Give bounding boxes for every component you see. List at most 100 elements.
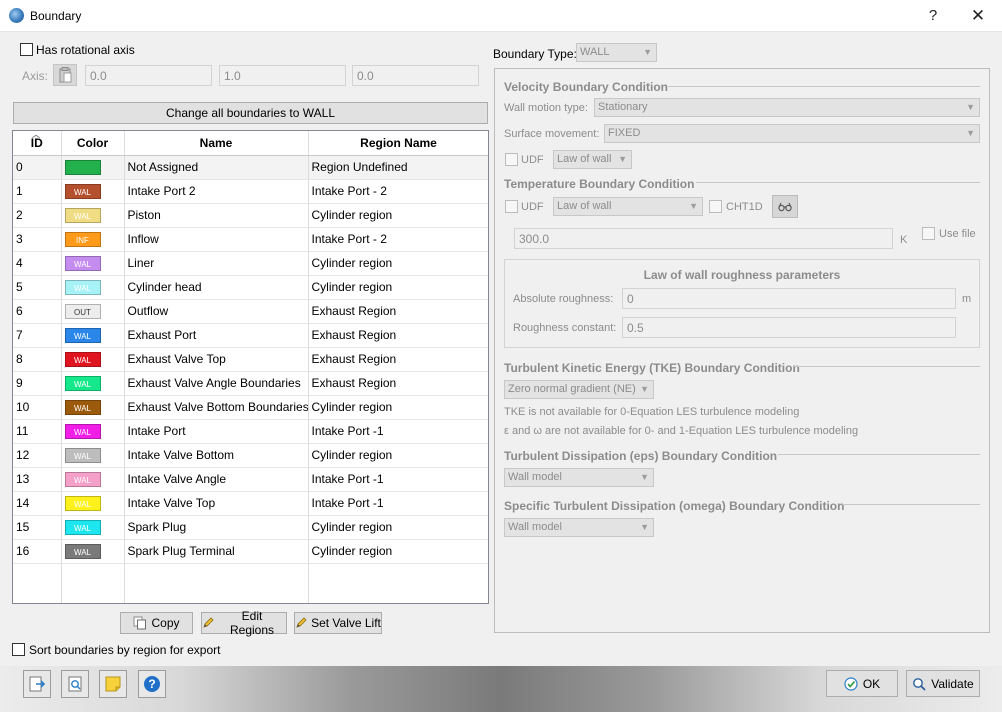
ok-button[interactable]: OK — [826, 670, 898, 697]
temperature-law-select[interactable]: Law of wall ▼ — [553, 197, 703, 216]
color-swatch[interactable]: WAL — [64, 423, 101, 439]
velocity-udf-checkbox[interactable] — [505, 153, 518, 166]
help-footer-button[interactable]: ? — [138, 670, 166, 698]
cell-region: Cylinder region — [308, 275, 488, 300]
eps-select[interactable]: Wall model ▼ — [504, 468, 654, 487]
cell-color[interactable]: OUT — [61, 299, 125, 324]
table-row[interactable]: 16 WAL Spark Plug Terminal Cylinder region — [13, 539, 488, 564]
table-row[interactable]: 8 WAL Exhaust Valve Top Exhaust Region — [13, 347, 488, 372]
edit-regions-button[interactable]: Edit Regions — [201, 609, 287, 637]
cell-id: 11 — [13, 419, 62, 444]
cell-id: 0 — [13, 155, 62, 180]
cell-color[interactable]: WAL — [61, 323, 125, 348]
color-swatch[interactable] — [64, 159, 101, 175]
table-row[interactable]: 15 WAL Spark Plug Cylinder region — [13, 515, 488, 540]
color-swatch[interactable]: WAL — [64, 471, 101, 487]
close-button[interactable]: ✕ — [955, 0, 1001, 32]
color-swatch[interactable]: WAL — [64, 183, 101, 199]
column-header-color[interactable]: Color — [61, 131, 125, 156]
table-row[interactable]: 5 WAL Cylinder head Cylinder region — [13, 275, 488, 300]
cell-color[interactable]: WAL — [61, 443, 125, 468]
color-swatch[interactable]: WAL — [64, 399, 101, 415]
absolute-roughness-field[interactable]: 0 — [622, 288, 956, 309]
table-row[interactable]: 10 WAL Exhaust Valve Bottom Boundaries Cyli… — [13, 395, 488, 420]
cht1d-checkbox[interactable] — [709, 200, 722, 213]
table-row[interactable]: 12 WAL Intake Valve Bottom Cylinder region — [13, 443, 488, 468]
color-swatch[interactable]: WAL — [64, 519, 101, 535]
boundary-type-select[interactable]: WALL ▼ — [576, 43, 657, 62]
velocity-section-title: Velocity Boundary Condition — [504, 80, 669, 94]
cell-color[interactable]: WAL — [61, 539, 125, 564]
cell-color[interactable]: WAL — [61, 515, 125, 540]
color-swatch[interactable]: OUT — [64, 303, 101, 319]
cell-color[interactable]: WAL — [61, 251, 125, 276]
cell-region: Exhaust Region — [308, 299, 488, 324]
help-button[interactable]: ? — [910, 0, 956, 32]
table-row[interactable]: 1 WAL Intake Port 2 Intake Port - 2 — [13, 179, 488, 204]
color-swatch[interactable]: WAL — [64, 447, 101, 463]
change-all-boundaries-button[interactable]: Change all boundaries to WALL — [13, 102, 488, 124]
absolute-roughness-unit: m — [962, 293, 972, 305]
rotational-axis-checkbox[interactable] — [20, 43, 33, 56]
table-row[interactable]: 13 WAL Intake Valve Angle Intake Port -1 — [13, 467, 488, 492]
sort-up-icon: ︿ — [32, 130, 40, 139]
roughness-constant-field[interactable]: 0.5 — [622, 317, 956, 338]
cell-color[interactable]: INF — [61, 227, 125, 252]
cell-color[interactable]: WAL — [61, 419, 125, 444]
preview-button[interactable] — [61, 670, 89, 698]
table-row[interactable]: 4 WAL Liner Cylinder region — [13, 251, 488, 276]
cell-color[interactable]: WAL — [61, 179, 125, 204]
color-swatch[interactable]: WAL — [64, 351, 101, 367]
paste-icon — [59, 67, 72, 83]
temperature-value-field[interactable]: 300.0 — [514, 228, 893, 249]
set-valve-lift-button[interactable]: Set Valve Lift — [294, 612, 382, 634]
cell-color[interactable]: WAL — [61, 467, 125, 492]
color-swatch[interactable]: WAL — [64, 543, 101, 559]
axis-y-field[interactable]: 1.0 — [219, 65, 346, 86]
axis-x-field[interactable]: 0.0 — [85, 65, 212, 86]
sort-by-region-checkbox[interactable] — [12, 643, 25, 656]
temperature-udf-checkbox[interactable] — [505, 200, 518, 213]
use-file-checkbox[interactable] — [922, 227, 935, 240]
validate-button[interactable]: Validate — [906, 670, 980, 697]
table-row[interactable]: 2 WAL Piston Cylinder region — [13, 203, 488, 228]
cell-color[interactable]: WAL — [61, 395, 125, 420]
cell-color[interactable]: WAL — [61, 371, 125, 396]
omega-divider — [842, 504, 980, 505]
color-swatch[interactable]: WAL — [64, 375, 101, 391]
column-header-name[interactable]: Name — [124, 131, 309, 156]
copy-button[interactable]: Copy — [120, 612, 193, 634]
color-swatch[interactable]: WAL — [64, 327, 101, 343]
cell-color[interactable]: WAL — [61, 275, 125, 300]
cell-color[interactable]: WAL — [61, 347, 125, 372]
table-row[interactable]: 11 WAL Intake Port Intake Port -1 — [13, 419, 488, 444]
table-row[interactable]: 9 WAL Exhaust Valve Angle Boundaries Exhaus… — [13, 371, 488, 396]
color-swatch[interactable]: WAL — [64, 495, 101, 511]
wall-motion-select[interactable]: Stationary ▼ — [594, 98, 980, 117]
export-button[interactable] — [23, 670, 51, 698]
note-button[interactable] — [99, 670, 127, 698]
color-swatch[interactable]: WAL — [64, 255, 101, 271]
empty-row — [13, 587, 488, 603]
table-row[interactable]: 3 INF Inflow Intake Port - 2 — [13, 227, 488, 252]
velocity-law-select[interactable]: Law of wall ▼ — [553, 150, 632, 169]
chevron-down-icon: ▼ — [689, 201, 698, 211]
paste-axis-button[interactable] — [53, 64, 77, 86]
cell-color[interactable]: WAL — [61, 203, 125, 228]
omega-select[interactable]: Wall model ▼ — [504, 518, 654, 537]
cht1d-settings-button[interactable] — [772, 195, 798, 218]
table-row[interactable]: 14 WAL Intake Valve Top Intake Port -1 — [13, 491, 488, 516]
tke-select[interactable]: Zero normal gradient (NE) ▼ — [504, 380, 654, 399]
color-swatch[interactable]: WAL — [64, 207, 101, 223]
surface-movement-select[interactable]: FIXED ▼ — [604, 124, 980, 143]
axis-z-field[interactable]: 0.0 — [352, 65, 479, 86]
table-row[interactable]: 0 Not Assigned Region Undefined — [13, 155, 488, 180]
color-swatch[interactable]: INF — [64, 231, 101, 247]
color-swatch[interactable]: WAL — [64, 279, 101, 295]
cell-color[interactable]: WAL — [61, 491, 125, 516]
cell-color[interactable] — [61, 155, 125, 180]
table-row[interactable]: 7 WAL Exhaust Port Exhaust Region — [13, 323, 488, 348]
table-row[interactable]: 6 OUT Outflow Exhaust Region — [13, 299, 488, 324]
column-header-id[interactable]: ︿ ID — [13, 130, 62, 156]
column-header-region[interactable]: Region Name — [308, 131, 488, 156]
